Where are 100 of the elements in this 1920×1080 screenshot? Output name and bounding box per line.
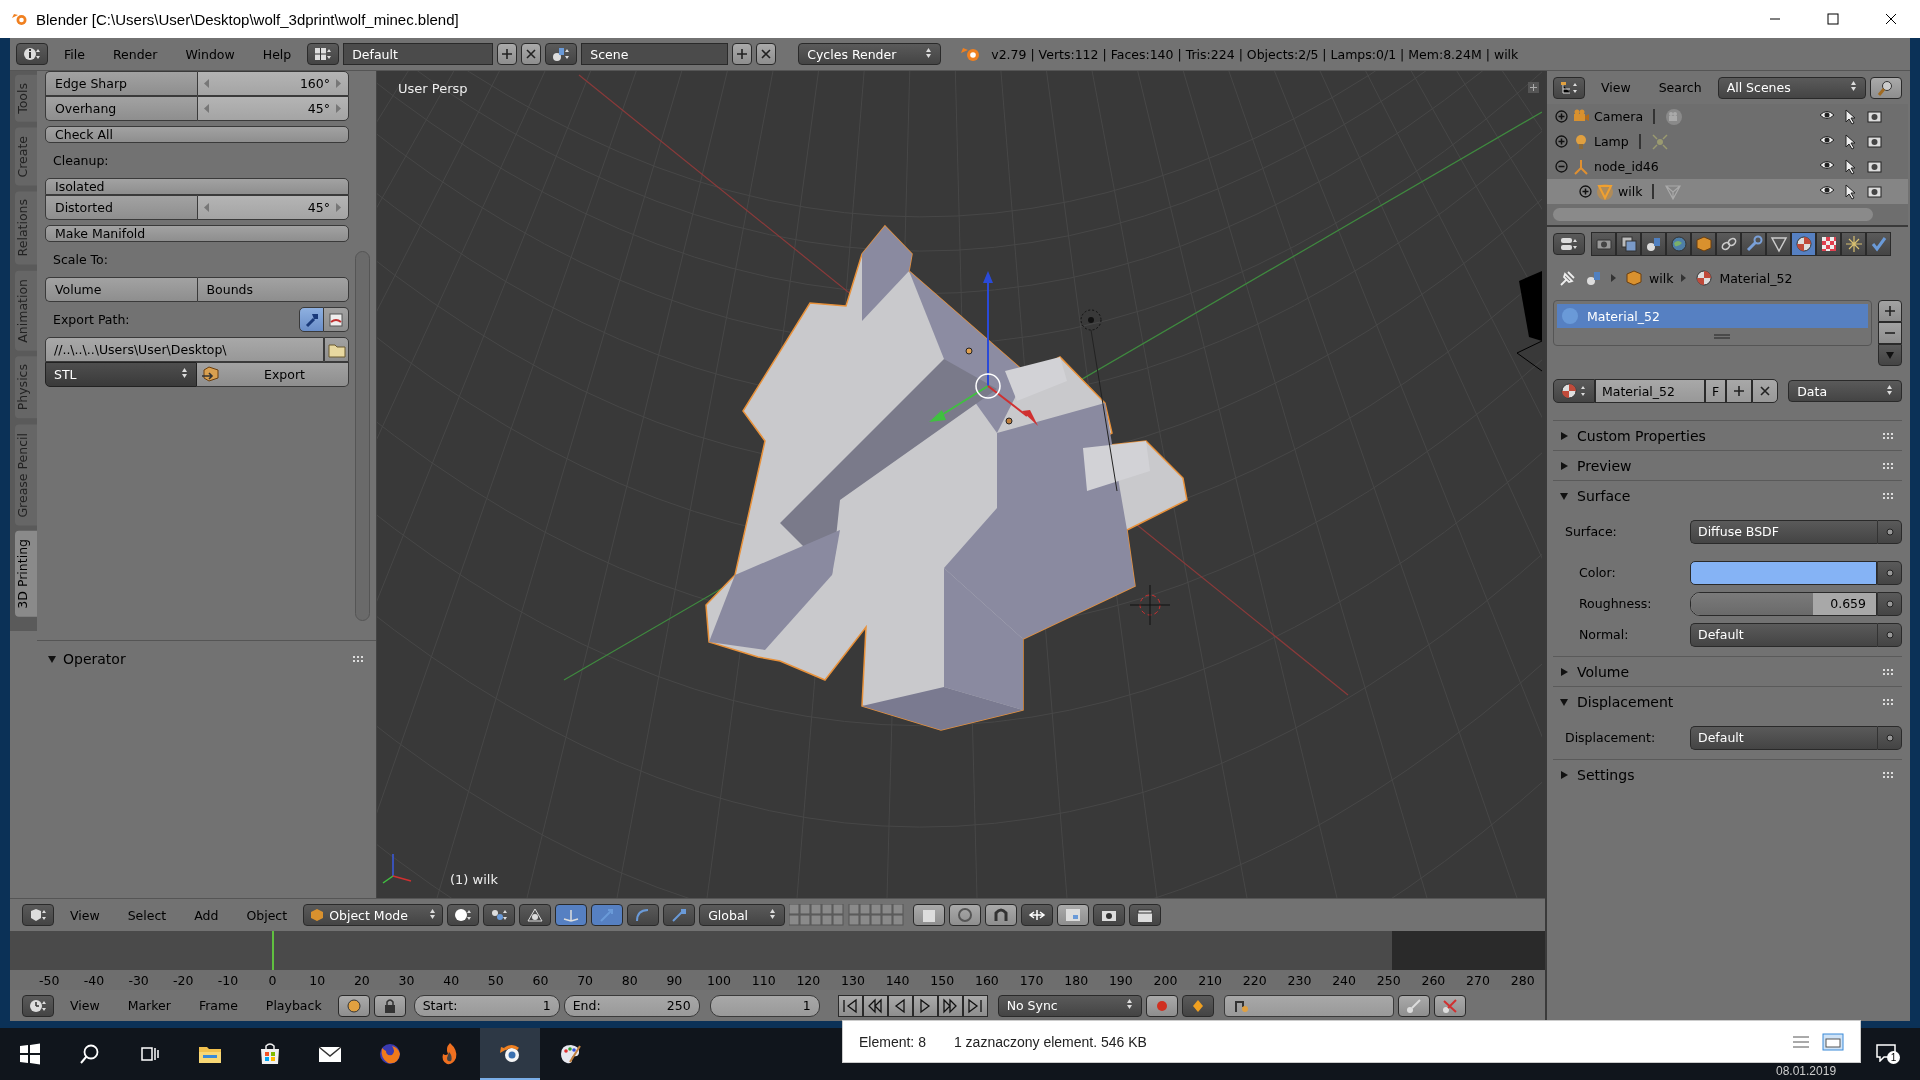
object-name[interactable]: node_id46: [1594, 159, 1659, 174]
menu-item[interactable]: Frame: [186, 998, 250, 1013]
frame-number: 10: [308, 972, 327, 988]
frame-number: 220: [1241, 972, 1268, 988]
menu-item[interactable]: View: [1589, 80, 1643, 95]
object-name[interactable]: Lamp: [1594, 134, 1629, 149]
path-field[interactable]: //..\..\..\Users\User\Desktop\: [45, 337, 324, 362]
outliner-row[interactable]: Camera: [1547, 104, 1908, 129]
section-label: Export Path:: [52, 311, 131, 329]
frame-number: 150: [929, 972, 956, 988]
frame-number: 240: [1331, 972, 1357, 988]
end-frame-field[interactable]: End: 250: [563, 994, 700, 1017]
menu-item[interactable]: Add: [182, 907, 231, 923]
section-label: Cleanup:: [52, 152, 109, 170]
frame-number: 80: [620, 972, 639, 988]
material-name-field[interactable]: Material_52: [1595, 379, 1705, 403]
tool-button[interactable]: Make Manifold: [45, 225, 349, 242]
display-mode-dropdown[interactable]: All Scenes: [1717, 76, 1866, 99]
material-slot[interactable]: Material_52: [1557, 304, 1868, 328]
property-label: Distorted: [45, 195, 197, 220]
frame-number: 180: [1063, 972, 1090, 988]
frame-number: 130: [840, 972, 866, 988]
menu-item[interactable]: Object: [234, 907, 300, 923]
sidebar-tab[interactable]: Grease Pencil: [15, 424, 37, 526]
frame-number: 100: [706, 972, 732, 988]
panel-title[interactable]: Custom Properties: [1577, 427, 1706, 444]
panel-title[interactable]: Operator: [63, 650, 126, 667]
taskbar-date: 08.01.2019: [1776, 1064, 1837, 1078]
link-dropdown[interactable]: Data: [1788, 380, 1902, 402]
sidebar-tab[interactable]: Relations: [15, 191, 37, 265]
selection-info: 1 zaznaczony element. 546 KB: [953, 1033, 1147, 1050]
outliner-row[interactable]: Lamp: [1547, 129, 1908, 154]
toggle-button[interactable]: Volume: [45, 277, 197, 302]
frame-number: 40: [442, 972, 461, 988]
scene-field[interactable]: Scene: [581, 43, 729, 65]
menu-item[interactable]: Help: [250, 46, 304, 62]
orientation-dropdown[interactable]: Global: [699, 904, 786, 926]
menu-item[interactable]: Playback: [253, 998, 334, 1013]
panel-title[interactable]: Volume: [1577, 663, 1630, 680]
breadcrumb-item[interactable]: wilk: [1625, 269, 1674, 287]
format-dropdown[interactable]: STL: [45, 362, 197, 387]
breadcrumb-item[interactable]: Material_52: [1695, 269, 1793, 287]
mode-dropdown[interactable]: Object Mode: [303, 904, 444, 926]
object-name[interactable]: Camera: [1594, 109, 1644, 124]
element-count: Element: 8: [859, 1033, 926, 1050]
shader-dropdown[interactable]: Default: [1690, 622, 1877, 647]
start-frame-field[interactable]: Start: 1: [413, 994, 560, 1017]
sidebar-tab[interactable]: 3D Printing: [15, 531, 37, 617]
shader-dropdown[interactable]: Diffuse BSDF: [1690, 519, 1877, 544]
frame-number: -50: [38, 972, 61, 988]
tool-button[interactable]: Check All: [45, 126, 349, 143]
frame-number: -20: [172, 972, 195, 988]
menu-item[interactable]: File: [52, 46, 97, 62]
menu-item[interactable]: Select: [115, 907, 179, 923]
render-engine-dropdown[interactable]: Cycles Render: [798, 43, 942, 65]
frame-number: 70: [576, 972, 595, 988]
current-frame-field[interactable]: 1: [709, 994, 820, 1017]
sidebar-tab[interactable]: Tools: [15, 75, 37, 122]
object-name[interactable]: wilk: [1618, 184, 1643, 199]
sidebar-tab[interactable]: Create: [15, 127, 37, 186]
frame-number: 190: [1107, 972, 1134, 988]
fake-user-button[interactable]: F: [1705, 379, 1727, 403]
panel-title[interactable]: Preview: [1577, 457, 1632, 474]
frame-number: 200: [1152, 972, 1179, 988]
outliner-row[interactable]: wilk: [1547, 179, 1908, 204]
view-label: User Persp: [398, 81, 468, 96]
roughness-slider[interactable]: 0.659: [1690, 591, 1877, 616]
property-label: Color:: [1579, 565, 1617, 580]
frame-number: 250: [1375, 972, 1402, 988]
menu-item[interactable]: View: [58, 998, 112, 1013]
menu-item[interactable]: Window: [173, 46, 247, 62]
frame-number: 170: [1018, 972, 1045, 988]
sidebar-tab[interactable]: Animation: [15, 270, 37, 351]
menu-item[interactable]: Render: [100, 46, 170, 62]
property-label: Overhang: [45, 96, 197, 121]
menu-item[interactable]: Marker: [115, 998, 183, 1013]
panel-title[interactable]: Surface: [1577, 487, 1631, 504]
frame-number: 20: [352, 972, 371, 988]
menu-item[interactable]: View: [58, 907, 112, 923]
menu-item[interactable]: Search: [1646, 80, 1714, 95]
layout-field[interactable]: Default: [343, 43, 494, 65]
frame-number: 270: [1465, 972, 1491, 988]
property-label: Roughness:: [1579, 596, 1653, 611]
section-label: Scale To:: [52, 251, 108, 269]
sync-dropdown[interactable]: No Sync: [997, 994, 1142, 1017]
tool-button[interactable]: Isolated: [45, 178, 349, 195]
frame-number: 280: [1509, 972, 1536, 988]
object-label: (1) wilk: [450, 872, 498, 887]
frame-number: 0: [267, 972, 278, 988]
shader-dropdown[interactable]: Default: [1690, 725, 1877, 750]
frame-number: 30: [397, 972, 416, 988]
export-button[interactable]: Export: [197, 362, 349, 387]
frame-number: 140: [884, 972, 911, 988]
toggle-button[interactable]: Bounds: [196, 277, 349, 302]
panel-title[interactable]: Settings: [1577, 766, 1635, 783]
sidebar-tab[interactable]: Physics: [15, 356, 37, 419]
frame-number: 210: [1197, 972, 1224, 988]
frame-number: 120: [795, 972, 822, 988]
panel-title[interactable]: Displacement: [1577, 693, 1674, 710]
outliner-row[interactable]: node_id46: [1547, 154, 1908, 179]
